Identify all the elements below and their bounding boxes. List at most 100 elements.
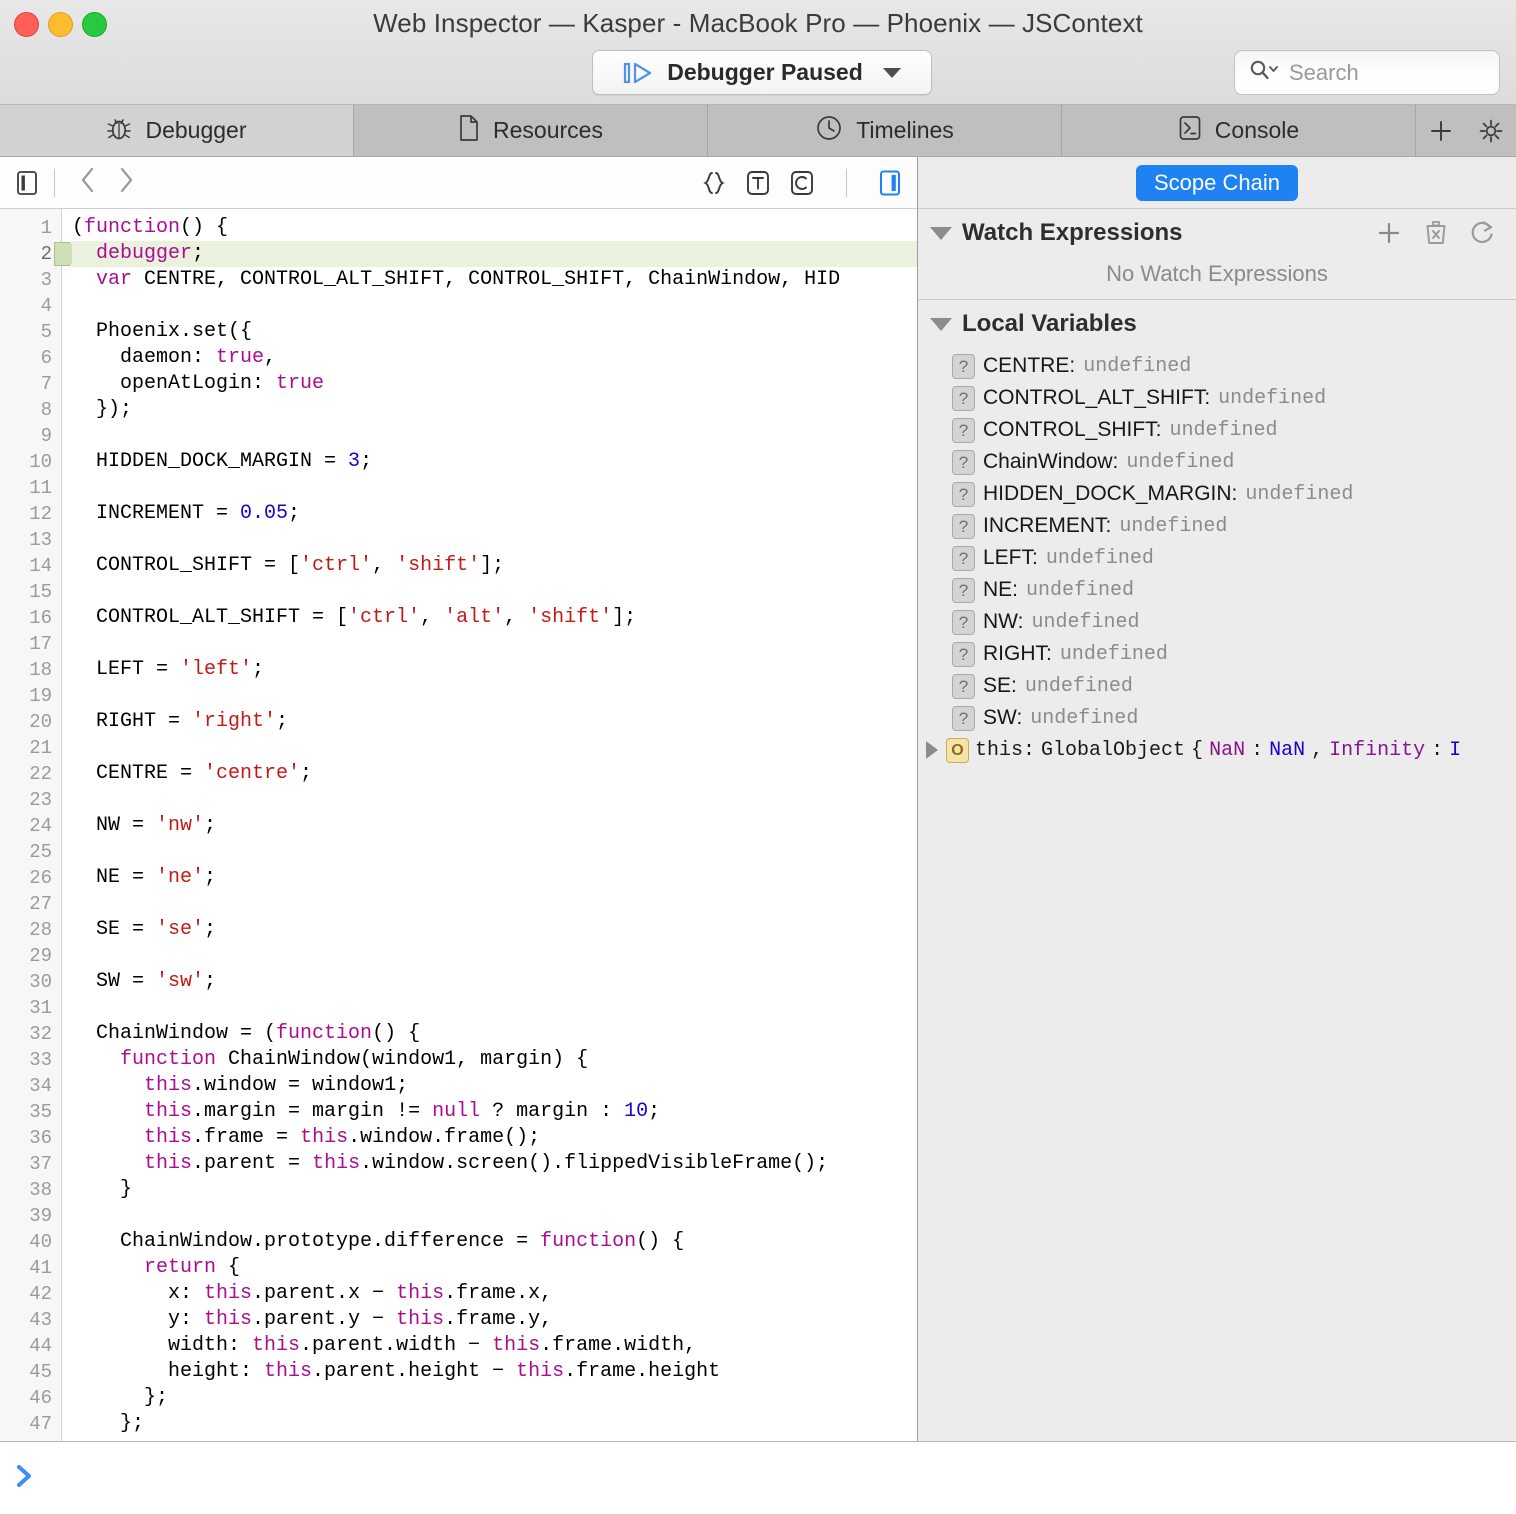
code-line[interactable] <box>72 995 917 1021</box>
code-line[interactable]: NW = 'nw'; <box>72 813 917 839</box>
this-variable-row[interactable]: Othis: GlobalObject {NaN: NaN, Infinity:… <box>918 734 1516 766</box>
line-number[interactable]: 11 <box>0 475 61 501</box>
local-variable-row[interactable]: ? NE: undefined <box>918 574 1516 606</box>
gear-icon[interactable] <box>1477 117 1505 145</box>
code-line[interactable]: }; <box>72 1411 917 1437</box>
line-number[interactable]: 34 <box>0 1073 61 1099</box>
code-line[interactable]: var CENTRE, CONTROL_ALT_SHIFT, CONTROL_S… <box>72 267 917 293</box>
code-line[interactable]: SW = 'sw'; <box>72 969 917 995</box>
code-line[interactable]: SE = 'se'; <box>72 917 917 943</box>
line-number[interactable]: 19 <box>0 683 61 709</box>
local-variables-header[interactable]: Local Variables <box>918 300 1516 348</box>
code-line[interactable] <box>72 943 917 969</box>
code-area[interactable]: 1 2 3 4 5 6 7 8 9 10 11 12 13 14 15 16 17 18 19 20 21 22 23 24 2… <box>0 209 917 1441</box>
line-number[interactable]: 27 <box>0 891 61 917</box>
line-number[interactable]: 2 <box>0 241 80 267</box>
line-number[interactable]: 46 <box>0 1385 61 1411</box>
code-line[interactable] <box>72 1203 917 1229</box>
line-number[interactable]: 21 <box>0 735 61 761</box>
line-number[interactable]: 37 <box>0 1151 61 1177</box>
code-line[interactable]: CENTRE = 'centre'; <box>72 761 917 787</box>
line-number[interactable]: 16 <box>0 605 61 631</box>
line-number[interactable]: 23 <box>0 787 61 813</box>
line-number[interactable]: 36 <box>0 1125 61 1151</box>
watch-expressions-header[interactable]: Watch Expressions <box>918 209 1516 257</box>
line-number[interactable]: 22 <box>0 761 61 787</box>
line-number[interactable]: 30 <box>0 969 61 995</box>
code-line[interactable]: width: this.parent.width − this.frame.wi… <box>72 1333 917 1359</box>
disclosure-triangle-icon[interactable] <box>930 226 952 240</box>
line-number[interactable]: 47 <box>0 1411 61 1437</box>
line-number[interactable]: 25 <box>0 839 61 865</box>
line-number[interactable]: 41 <box>0 1255 61 1281</box>
code-line[interactable]: HIDDEN_DOCK_MARGIN = 3; <box>72 449 917 475</box>
pretty-print-icon[interactable] <box>700 168 728 198</box>
local-variable-row[interactable]: ? RIGHT: undefined <box>918 638 1516 670</box>
code-line[interactable]: debugger; <box>72 241 917 267</box>
code-line[interactable] <box>72 891 917 917</box>
code-line[interactable]: openAtLogin: true <box>72 371 917 397</box>
code-line[interactable]: INCREMENT = 0.05; <box>72 501 917 527</box>
code-line[interactable] <box>72 293 917 319</box>
type-info-icon[interactable] <box>744 168 772 198</box>
console-prompt-bar[interactable] <box>0 1442 1516 1514</box>
line-number[interactable]: 13 <box>0 527 61 553</box>
code-line[interactable] <box>72 735 917 761</box>
line-number[interactable]: 39 <box>0 1203 61 1229</box>
code-line[interactable] <box>72 683 917 709</box>
code-line[interactable]: }); <box>72 397 917 423</box>
line-number[interactable]: 15 <box>0 579 61 605</box>
line-number[interactable]: 10 <box>0 449 61 475</box>
code-line[interactable] <box>72 787 917 813</box>
local-variable-row[interactable]: ? CONTROL_ALT_SHIFT: undefined <box>918 382 1516 414</box>
show-details-sidebar-icon[interactable] <box>877 168 903 198</box>
line-number[interactable]: 28 <box>0 917 61 943</box>
disclosure-triangle-icon[interactable] <box>926 741 938 759</box>
line-number[interactable]: 42 <box>0 1281 61 1307</box>
line-number[interactable]: 12 <box>0 501 61 527</box>
code-line[interactable]: (function() { <box>72 215 917 241</box>
tab-console[interactable]: Console <box>1062 105 1416 156</box>
line-number[interactable]: 7 <box>0 371 61 397</box>
line-number[interactable]: 48 <box>0 1437 61 1441</box>
local-variable-row[interactable]: ? ChainWindow: undefined <box>918 446 1516 478</box>
line-number[interactable]: 31 <box>0 995 61 1021</box>
code-line[interactable]: this.frame = this.window.frame(); <box>72 1125 917 1151</box>
line-number[interactable]: 4 <box>0 293 61 319</box>
code-line[interactable]: this.margin = margin != null ? margin : … <box>72 1099 917 1125</box>
code-line[interactable]: } <box>72 1177 917 1203</box>
code-line[interactable]: NE = 'ne'; <box>72 865 917 891</box>
scope-chain-tab[interactable]: Scope Chain <box>1136 164 1298 201</box>
line-number[interactable]: 43 <box>0 1307 61 1333</box>
line-number[interactable]: 40 <box>0 1229 61 1255</box>
code-line[interactable]: ChainWindow = (function() { <box>72 1021 917 1047</box>
code-line[interactable] <box>72 1437 917 1441</box>
line-number[interactable]: 38 <box>0 1177 61 1203</box>
code-line[interactable]: LEFT = 'left'; <box>72 657 917 683</box>
tab-resources[interactable]: Resources <box>354 105 708 156</box>
local-variable-row[interactable]: ? INCREMENT: undefined <box>918 510 1516 542</box>
line-number[interactable]: 3 <box>0 267 61 293</box>
line-number[interactable]: 26 <box>0 865 61 891</box>
search-input[interactable]: Search <box>1289 60 1359 86</box>
source-code[interactable]: (function() { debugger; var CENTRE, CONT… <box>62 209 917 1441</box>
code-line[interactable] <box>72 527 917 553</box>
code-line[interactable]: this.window = window1; <box>72 1073 917 1099</box>
search-field[interactable]: Search <box>1234 50 1500 95</box>
code-line[interactable]: function ChainWindow(window1, margin) { <box>72 1047 917 1073</box>
line-number[interactable]: 32 <box>0 1021 61 1047</box>
clear-watch-expressions-button[interactable] <box>1422 218 1450 248</box>
tab-timelines[interactable]: Timelines <box>708 105 1062 156</box>
code-line[interactable]: }; <box>72 1385 917 1411</box>
disclosure-triangle-icon[interactable] <box>930 317 952 331</box>
local-variable-row[interactable]: ? NW: undefined <box>918 606 1516 638</box>
line-number[interactable]: 33 <box>0 1047 61 1073</box>
local-variable-row[interactable]: ? SE: undefined <box>918 670 1516 702</box>
code-line[interactable]: CONTROL_ALT_SHIFT = ['ctrl', 'alt', 'shi… <box>72 605 917 631</box>
code-line[interactable] <box>72 475 917 501</box>
local-variable-row[interactable]: ? CONTROL_SHIFT: undefined <box>918 414 1516 446</box>
add-watch-expression-button[interactable] <box>1374 218 1404 248</box>
line-number[interactable]: 18 <box>0 657 61 683</box>
code-line[interactable]: x: this.parent.x − this.frame.x, <box>72 1281 917 1307</box>
code-line[interactable]: this.parent = this.window.screen().flipp… <box>72 1151 917 1177</box>
